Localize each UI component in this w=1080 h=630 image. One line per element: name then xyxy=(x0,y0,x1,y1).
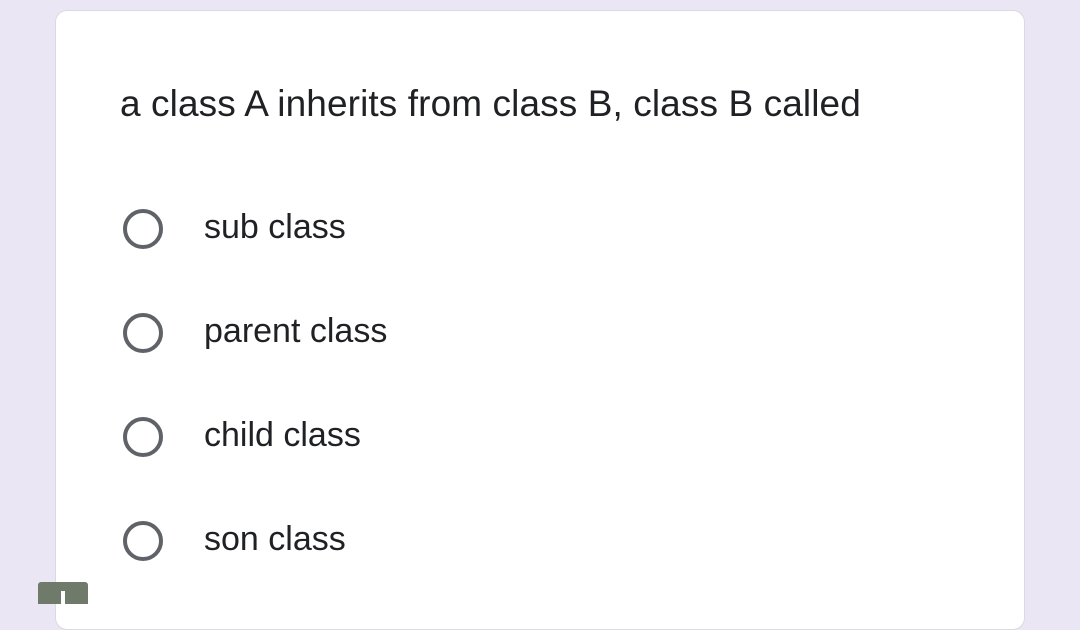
question-title: a class A inherits from class B, class B… xyxy=(120,83,861,124)
option-label: child class xyxy=(204,416,361,454)
question-card: a class A inherits from class B, class B… xyxy=(55,10,1025,630)
info-icon[interactable] xyxy=(38,582,88,604)
radio-button-icon[interactable] xyxy=(123,521,163,561)
radio-button-icon[interactable] xyxy=(123,417,163,457)
radio-button-icon[interactable] xyxy=(123,209,163,249)
radio-group: sub class parent class child class son c… xyxy=(120,201,620,617)
option-parent-class[interactable]: parent class xyxy=(120,305,620,409)
option-son-class[interactable]: son class xyxy=(120,513,620,617)
option-label: son class xyxy=(204,520,346,558)
info-icon-bar xyxy=(61,591,65,604)
option-label: sub class xyxy=(204,208,346,246)
option-sub-class[interactable]: sub class xyxy=(120,201,620,305)
radio-button-icon[interactable] xyxy=(123,313,163,353)
option-label: parent class xyxy=(204,312,388,350)
option-child-class[interactable]: child class xyxy=(120,409,620,513)
